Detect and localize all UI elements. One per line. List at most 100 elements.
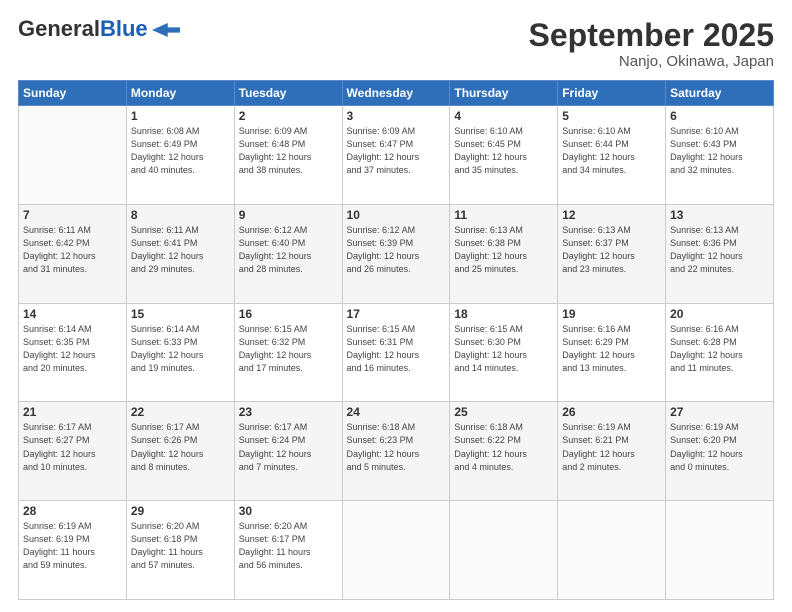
day-info: Sunrise: 6:19 AM Sunset: 6:21 PM Dayligh… (562, 421, 661, 473)
calendar-week-row: 14 Sunrise: 6:14 AM Sunset: 6:35 PM Dayli… (19, 303, 774, 402)
day-number: 14 (23, 307, 122, 321)
table-row: 24 Sunrise: 6:18 AM Sunset: 6:23 PM Dayli… (342, 402, 450, 501)
day-info: Sunrise: 6:11 AM Sunset: 6:42 PM Dayligh… (23, 224, 122, 276)
table-row: 15Sunrise: 6:14 AM Sunset: 6:33 PM Dayli… (126, 303, 234, 402)
table-row: 26Sunrise: 6:19 AM Sunset: 6:21 PM Dayli… (558, 402, 666, 501)
day-number: 1 (131, 109, 230, 123)
day-number: 29 (131, 504, 230, 518)
day-info: Sunrise: 6:16 AM Sunset: 6:28 PM Dayligh… (670, 323, 769, 375)
day-info: Sunrise: 6:10 AM Sunset: 6:43 PM Dayligh… (670, 125, 769, 177)
table-row: 16 Sunrise: 6:15 AM Sunset: 6:32 PM Dayli… (234, 303, 342, 402)
day-info: Sunrise: 6:19 AM Sunset: 6:19 PM Dayligh… (23, 520, 122, 572)
day-info: Sunrise: 6:08 AM Sunset: 6:49 PM Dayligh… (131, 125, 230, 177)
day-number: 27 (670, 405, 769, 419)
day-info: Sunrise: 6:16 AM Sunset: 6:29 PM Dayligh… (562, 323, 661, 375)
day-number: 17 (347, 307, 446, 321)
table-row: 3 Sunrise: 6:09 AM Sunset: 6:47 PM Daylig… (342, 106, 450, 205)
day-number: 30 (239, 504, 338, 518)
logo-arrow-icon (152, 23, 180, 37)
calendar-subtitle: Nanjo, Okinawa, Japan (529, 53, 774, 70)
table-row (342, 501, 450, 600)
table-row: 9Sunrise: 6:12 AM Sunset: 6:40 PM Daylig… (234, 204, 342, 303)
calendar-table: Sunday Monday Tuesday Wednesday Thursday… (18, 80, 774, 600)
title-block: September 2025 Nanjo, Okinawa, Japan (529, 18, 774, 70)
day-info: Sunrise: 6:19 AM Sunset: 6:20 PM Dayligh… (670, 421, 769, 473)
logo-blue: Blue (100, 16, 148, 41)
day-info: Sunrise: 6:15 AM Sunset: 6:32 PM Dayligh… (239, 323, 338, 375)
table-row: 21Sunrise: 6:17 AM Sunset: 6:27 PM Dayli… (19, 402, 127, 501)
day-number: 16 (239, 307, 338, 321)
day-info: Sunrise: 6:12 AM Sunset: 6:39 PM Dayligh… (347, 224, 446, 276)
header-friday: Friday (558, 81, 666, 106)
day-info: Sunrise: 6:15 AM Sunset: 6:30 PM Dayligh… (454, 323, 553, 375)
calendar-week-row: 28Sunrise: 6:19 AM Sunset: 6:19 PM Dayli… (19, 501, 774, 600)
logo-text: GeneralBlue (18, 18, 148, 40)
day-number: 7 (23, 208, 122, 222)
calendar-week-row: 7 Sunrise: 6:11 AM Sunset: 6:42 PM Daylig… (19, 204, 774, 303)
table-row: 6 Sunrise: 6:10 AM Sunset: 6:43 PM Daylig… (666, 106, 774, 205)
day-number: 23 (239, 405, 338, 419)
table-row: 29 Sunrise: 6:20 AM Sunset: 6:18 PM Dayli… (126, 501, 234, 600)
calendar-week-row: 21Sunrise: 6:17 AM Sunset: 6:27 PM Dayli… (19, 402, 774, 501)
day-number: 3 (347, 109, 446, 123)
table-row: 7 Sunrise: 6:11 AM Sunset: 6:42 PM Daylig… (19, 204, 127, 303)
header-sunday: Sunday (19, 81, 127, 106)
table-row: 12 Sunrise: 6:13 AM Sunset: 6:37 PM Dayli… (558, 204, 666, 303)
day-number: 19 (562, 307, 661, 321)
day-info: Sunrise: 6:15 AM Sunset: 6:31 PM Dayligh… (347, 323, 446, 375)
table-row: 27 Sunrise: 6:19 AM Sunset: 6:20 PM Dayli… (666, 402, 774, 501)
day-info: Sunrise: 6:17 AM Sunset: 6:26 PM Dayligh… (131, 421, 230, 473)
table-row: 23 Sunrise: 6:17 AM Sunset: 6:24 PM Dayli… (234, 402, 342, 501)
weekday-header-row: Sunday Monday Tuesday Wednesday Thursday… (19, 81, 774, 106)
table-row: 17 Sunrise: 6:15 AM Sunset: 6:31 PM Dayli… (342, 303, 450, 402)
day-info: Sunrise: 6:13 AM Sunset: 6:36 PM Dayligh… (670, 224, 769, 276)
day-number: 6 (670, 109, 769, 123)
day-info: Sunrise: 6:09 AM Sunset: 6:47 PM Dayligh… (347, 125, 446, 177)
table-row: 8Sunrise: 6:11 AM Sunset: 6:41 PM Daylig… (126, 204, 234, 303)
header: GeneralBlue September 2025 Nanjo, Okinaw… (18, 18, 774, 70)
day-info: Sunrise: 6:17 AM Sunset: 6:27 PM Dayligh… (23, 421, 122, 473)
header-monday: Monday (126, 81, 234, 106)
day-number: 25 (454, 405, 553, 419)
day-info: Sunrise: 6:12 AM Sunset: 6:40 PM Dayligh… (239, 224, 338, 276)
day-number: 15 (131, 307, 230, 321)
table-row: 14 Sunrise: 6:14 AM Sunset: 6:35 PM Dayli… (19, 303, 127, 402)
day-number: 10 (347, 208, 446, 222)
day-info: Sunrise: 6:20 AM Sunset: 6:18 PM Dayligh… (131, 520, 230, 572)
day-number: 22 (131, 405, 230, 419)
day-info: Sunrise: 6:20 AM Sunset: 6:17 PM Dayligh… (239, 520, 338, 572)
day-number: 4 (454, 109, 553, 123)
table-row: 4 Sunrise: 6:10 AM Sunset: 6:45 PM Daylig… (450, 106, 558, 205)
day-number: 24 (347, 405, 446, 419)
header-wednesday: Wednesday (342, 81, 450, 106)
logo: GeneralBlue (18, 18, 180, 40)
table-row: 18 Sunrise: 6:15 AM Sunset: 6:30 PM Dayli… (450, 303, 558, 402)
day-info: Sunrise: 6:10 AM Sunset: 6:45 PM Dayligh… (454, 125, 553, 177)
day-number: 20 (670, 307, 769, 321)
day-number: 8 (131, 208, 230, 222)
day-info: Sunrise: 6:13 AM Sunset: 6:37 PM Dayligh… (562, 224, 661, 276)
table-row: 2 Sunrise: 6:09 AM Sunset: 6:48 PM Daylig… (234, 106, 342, 205)
table-row: 1 Sunrise: 6:08 AM Sunset: 6:49 PM Daylig… (126, 106, 234, 205)
day-info: Sunrise: 6:09 AM Sunset: 6:48 PM Dayligh… (239, 125, 338, 177)
header-saturday: Saturday (666, 81, 774, 106)
table-row: 20 Sunrise: 6:16 AM Sunset: 6:28 PM Dayli… (666, 303, 774, 402)
table-row: 11Sunrise: 6:13 AM Sunset: 6:38 PM Dayli… (450, 204, 558, 303)
day-info: Sunrise: 6:14 AM Sunset: 6:35 PM Dayligh… (23, 323, 122, 375)
logo-general: General (18, 16, 100, 41)
day-info: Sunrise: 6:10 AM Sunset: 6:44 PM Dayligh… (562, 125, 661, 177)
calendar-week-row: 1 Sunrise: 6:08 AM Sunset: 6:49 PM Daylig… (19, 106, 774, 205)
table-row: 30 Sunrise: 6:20 AM Sunset: 6:17 PM Dayli… (234, 501, 342, 600)
table-row: 28Sunrise: 6:19 AM Sunset: 6:19 PM Dayli… (19, 501, 127, 600)
day-number: 11 (454, 208, 553, 222)
day-info: Sunrise: 6:18 AM Sunset: 6:23 PM Dayligh… (347, 421, 446, 473)
table-row (19, 106, 127, 205)
day-number: 18 (454, 307, 553, 321)
day-number: 12 (562, 208, 661, 222)
table-row (450, 501, 558, 600)
day-info: Sunrise: 6:17 AM Sunset: 6:24 PM Dayligh… (239, 421, 338, 473)
day-number: 5 (562, 109, 661, 123)
day-info: Sunrise: 6:18 AM Sunset: 6:22 PM Dayligh… (454, 421, 553, 473)
day-number: 2 (239, 109, 338, 123)
page: GeneralBlue September 2025 Nanjo, Okinaw… (0, 0, 792, 612)
